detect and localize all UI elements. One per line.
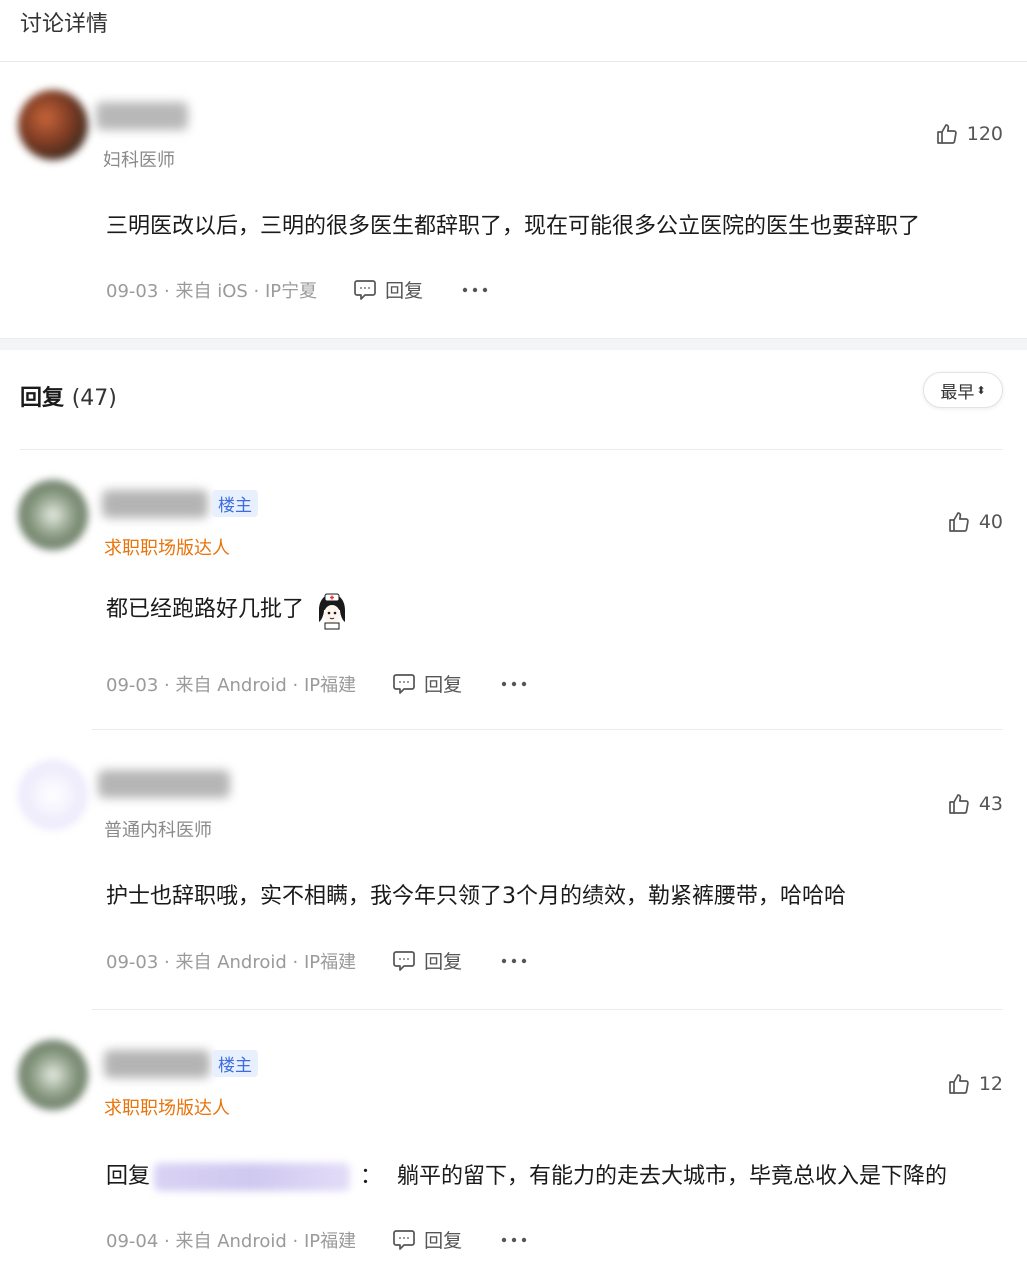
username-blurred[interactable] xyxy=(98,770,230,798)
page-title: 讨论详情 xyxy=(20,12,109,37)
reply-button[interactable]: 回复 xyxy=(392,670,462,697)
reply-button-label: 回复 xyxy=(424,1230,463,1252)
more-dots-icon[interactable] xyxy=(500,680,528,688)
author-role: 求职职场版达人 xyxy=(104,1098,230,1119)
like-button[interactable]: 43 xyxy=(947,792,1003,816)
replies-count: (47) xyxy=(71,386,117,411)
comment-icon xyxy=(393,950,415,971)
reply-meta-row: 09-03 · 来自 Android · IP福建 回复 xyxy=(106,670,528,697)
op-badge: 楼主 xyxy=(212,1050,258,1077)
like-count: 40 xyxy=(978,511,1003,533)
reply-button-label: 回复 xyxy=(385,280,424,302)
reply-content: 都已经跑路好几批了 xyxy=(106,590,349,630)
replies-title: 回复 (47) xyxy=(20,380,117,412)
reply-meta: 09-03 · 来自 Android · IP福建 xyxy=(106,951,357,973)
reply-meta: 09-03 · 来自 Android · IP福建 xyxy=(106,674,357,696)
like-count: 120 xyxy=(966,123,1003,145)
reply-button-label: 回复 xyxy=(424,951,463,973)
author-role: 妇科医师 xyxy=(103,150,175,171)
op-badge: 楼主 xyxy=(212,490,258,517)
thumbs-up-icon xyxy=(948,794,969,814)
avatar[interactable] xyxy=(18,90,88,160)
username-blurred[interactable] xyxy=(104,1050,210,1078)
like-button[interactable]: 120 xyxy=(935,122,1003,146)
sort-label: 最早 xyxy=(940,382,975,403)
more-dots-icon[interactable] xyxy=(500,957,528,965)
nurse-girl-emoji-icon xyxy=(319,593,346,630)
reply-button[interactable]: 回复 xyxy=(392,1226,462,1253)
author-role: 求职职场版达人 xyxy=(104,538,230,559)
post-meta: 09-03 · 来自 iOS · IP宁夏 xyxy=(106,280,318,302)
more-dots-icon[interactable] xyxy=(500,1236,528,1244)
comment-icon xyxy=(393,1229,415,1250)
replies-title-label: 回复 xyxy=(20,386,65,411)
avatar[interactable] xyxy=(18,760,88,830)
reply-button-label: 回复 xyxy=(424,674,463,696)
author-role: 普通内科医师 xyxy=(104,820,212,841)
thumbs-up-icon xyxy=(948,512,969,532)
main-post: 妇科医师 120 三明医改以后，三明的很多医生都辞职了，现在可能很多公立医院的医… xyxy=(0,62,1027,338)
reply-to-prefix: 回复 xyxy=(106,1164,151,1189)
reply-text: 躺平的留下，有能力的走去大城市，毕竟总收入是下降的 xyxy=(397,1164,948,1189)
page-header: 讨论详情 xyxy=(0,0,1027,62)
sort-button[interactable]: 最早 ⬍ xyxy=(923,372,1003,408)
username-blurred[interactable] xyxy=(102,490,208,518)
reply-content: 护士也辞职哦，实不相瞒，我今年只领了3个月的绩效，勒紧裤腰带，哈哈哈 xyxy=(106,884,846,909)
comment-icon xyxy=(354,279,376,300)
reply-colon: ： xyxy=(360,1164,383,1189)
sort-caret-icon: ⬍ xyxy=(976,383,986,397)
reply-button[interactable]: 回复 xyxy=(392,947,462,974)
replies-header: 回复 (47) 最早 ⬍ xyxy=(0,350,1027,450)
reply-meta-row: 09-03 · 来自 Android · IP福建 回复 xyxy=(106,947,528,974)
section-separator xyxy=(0,338,1027,350)
reply-text: 都已经跑路好几批了 xyxy=(106,597,305,622)
reply-button[interactable]: 回复 xyxy=(353,276,423,303)
reply-meta: 09-04 · 来自 Android · IP福建 xyxy=(106,1230,357,1252)
post-content: 三明医改以后，三明的很多医生都辞职了，现在可能很多公立医院的医生也要辞职了 xyxy=(106,214,921,239)
comment-icon xyxy=(393,673,415,694)
like-count: 12 xyxy=(978,1073,1003,1095)
reply-item: 楼主 求职职场版达人 12 回复 ： 躺平的留下，有能力的走去大城市，毕竟总收入是… xyxy=(0,1010,1027,1267)
thumbs-up-icon xyxy=(948,1074,969,1094)
reply-item: 普通内科医师 43 护士也辞职哦，实不相瞒，我今年只领了3个月的绩效，勒紧裤腰带… xyxy=(0,730,1027,1010)
mentioned-user-blurred[interactable] xyxy=(154,1163,351,1191)
reply-content: 回复 ： 躺平的留下，有能力的走去大城市，毕竟总收入是下降的 xyxy=(106,1158,947,1191)
reply-item: 楼主 求职职场版达人 40 都已经跑路好几批了 09-03 · 来自 Andro… xyxy=(0,450,1027,730)
post-meta-row: 09-03 · 来自 iOS · IP宁夏 回复 xyxy=(106,276,489,303)
thumbs-up-icon xyxy=(936,124,957,144)
reply-meta-row: 09-04 · 来自 Android · IP福建 回复 xyxy=(106,1226,528,1253)
like-button[interactable]: 40 xyxy=(947,510,1003,534)
avatar[interactable] xyxy=(18,480,88,550)
username-blurred[interactable] xyxy=(96,102,188,130)
avatar[interactable] xyxy=(18,1040,88,1110)
like-count: 43 xyxy=(978,793,1003,815)
more-dots-icon[interactable] xyxy=(461,286,489,294)
like-button[interactable]: 12 xyxy=(947,1072,1003,1096)
